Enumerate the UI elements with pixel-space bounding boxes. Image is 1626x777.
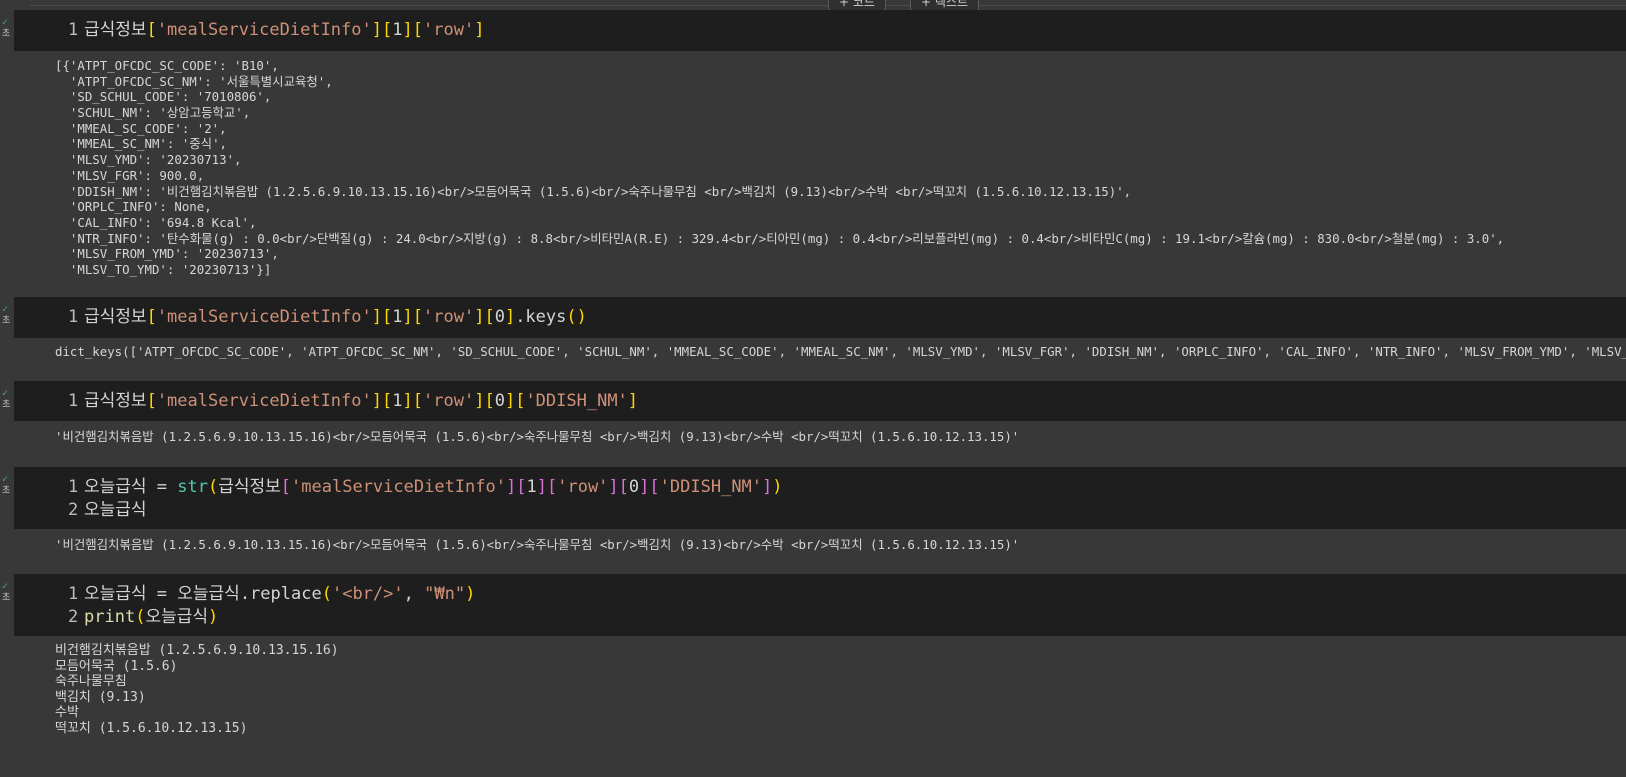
output-line: 모듬어묵국 (1.5.6) — [55, 658, 178, 674]
output-line: 'CAL_INFO': '694.8 Kcal', — [55, 214, 257, 230]
check-icon: ✓ — [2, 581, 9, 592]
output-line: 백김치 (9.13) — [55, 689, 146, 705]
output-line: 수박 — [55, 705, 79, 720]
code-line: 1 오늘급식 = str(급식정보['mealServiceDietInfo'][… — [14, 476, 1626, 499]
check-icon: ✓ — [2, 17, 9, 28]
output-line: [{'ATPT_OFCDC_SC_CODE': 'B10', — [55, 58, 279, 73]
code-editor[interactable]: 1 급식정보['mealServiceDietInfo'][1]['row'][0… — [14, 381, 1626, 421]
output-line: 'ORPLC_INFO': None, — [55, 199, 212, 215]
output-line: 'MMEAL_SC_CODE': '2', — [55, 120, 227, 136]
code-line: 2 오늘급식 — [14, 499, 1626, 522]
cell-output: dict_keys(['ATPT_OFCDC_SC_CODE', 'ATPT_O… — [55, 344, 1626, 360]
output-line: '비건햄김치볶음밥 (1.2.5.6.9.10.13.15.16)<br/>모듬… — [55, 537, 1020, 552]
cell-output: [{'ATPT_OFCDC_SC_CODE': 'B10', 'ATPT_OFC… — [55, 58, 1626, 278]
check-icon: ✓ — [2, 474, 9, 485]
output-line: 숙주나물무침 — [55, 674, 127, 689]
cell-output: '비건햄김치볶음밥 (1.2.5.6.9.10.13.15.16)<br/>모듬… — [55, 429, 1626, 445]
code-editor[interactable]: 1 오늘급식 = str(급식정보['mealServiceDietInfo'][… — [14, 467, 1626, 529]
output-line: 'SCHUL_NM': '상암고등학교', — [55, 105, 251, 121]
code-editor[interactable]: 1 오늘급식 = 오늘급식.replace('<br/>', "₩n") 2 prin… — [14, 574, 1626, 636]
check-icon: ✓ — [2, 388, 9, 399]
output-line: 비건햄김치볶음밥 (1.2.5.6.9.10.13.15.16) — [55, 643, 339, 658]
code-line: 1 오늘급식 = 오늘급식.replace('<br/>', "₩n") — [14, 583, 1626, 606]
code-line: 2 print(오늘급식) — [14, 606, 1626, 629]
output-line: 'MLSV_FROM_YMD': '20230713', — [55, 246, 279, 262]
output-line: 'ATPT_OFCDC_SC_NM': '서울특별시교육청', — [55, 73, 333, 89]
cell-output: 비건햄김치볶음밥 (1.2.5.6.9.10.13.15.16) 모듬어묵국 (1… — [55, 643, 1626, 736]
output-line: 'MLSV_TO_YMD': '20230713'}] — [55, 261, 272, 277]
code-line: 1 급식정보['mealServiceDietInfo'][1]['row'][0… — [14, 306, 1626, 329]
exec-time-label: 초 — [2, 29, 11, 39]
output-line: 'MLSV_FGR': 900.0, — [55, 167, 205, 183]
exec-time-label: 초 — [2, 316, 11, 326]
code-line: 1 급식정보['mealServiceDietInfo'][1]['row'][0… — [14, 390, 1626, 413]
code-text: 오늘급식 = str(급식정보['mealServiceDietInfo'][1… — [84, 477, 783, 497]
output-line: 'NTR_INFO': '탄수화물(g) : 0.0<br/>단백질(g) : … — [55, 230, 1505, 246]
code-text: 오늘급식 = 오늘급식.replace('<br/>', "₩n") — [84, 584, 476, 604]
output-line: 'MMEAL_SC_NM': '중식', — [55, 136, 227, 152]
code-editor[interactable]: 1 급식정보['mealServiceDietInfo'][1]['row'] — [14, 10, 1626, 51]
code-text: 급식정보['mealServiceDietInfo'][1]['row'][0]… — [84, 391, 639, 411]
code-editor[interactable]: 1 급식정보['mealServiceDietInfo'][1]['row'][0… — [14, 297, 1626, 338]
output-line: dict_keys(['ATPT_OFCDC_SC_CODE', 'ATPT_O… — [55, 344, 1626, 359]
code-text: 급식정보['mealServiceDietInfo'][1]['row'][0]… — [84, 307, 587, 327]
check-icon: ✓ — [2, 304, 9, 315]
code-line: 1 급식정보['mealServiceDietInfo'][1]['row'] — [14, 19, 1626, 42]
output-line: 'SD_SCHUL_CODE': '7010806', — [55, 89, 272, 105]
exec-time-label: 초 — [2, 593, 11, 603]
code-text: 급식정보['mealServiceDietInfo'][1]['row'] — [84, 20, 485, 40]
exec-time-label: 초 — [2, 400, 11, 410]
output-line: 떡꼬치 (1.5.6.10.12.13.15) — [55, 720, 248, 736]
exec-time-label: 초 — [2, 486, 11, 496]
output-line: 'MLSV_YMD': '20230713', — [55, 152, 242, 168]
code-text: print(오늘급식) — [84, 607, 219, 627]
output-line: '비건햄김치볶음밥 (1.2.5.6.9.10.13.15.16)<br/>모듬… — [55, 429, 1020, 444]
code-text: 오늘급식 — [84, 500, 147, 520]
cell-output: '비건햄김치볶음밥 (1.2.5.6.9.10.13.15.16)<br/>모듬… — [55, 537, 1626, 553]
output-line: 'DDISH_NM': '비건햄김치볶음밥 (1.2.5.6.9.10.13.1… — [55, 183, 1132, 199]
